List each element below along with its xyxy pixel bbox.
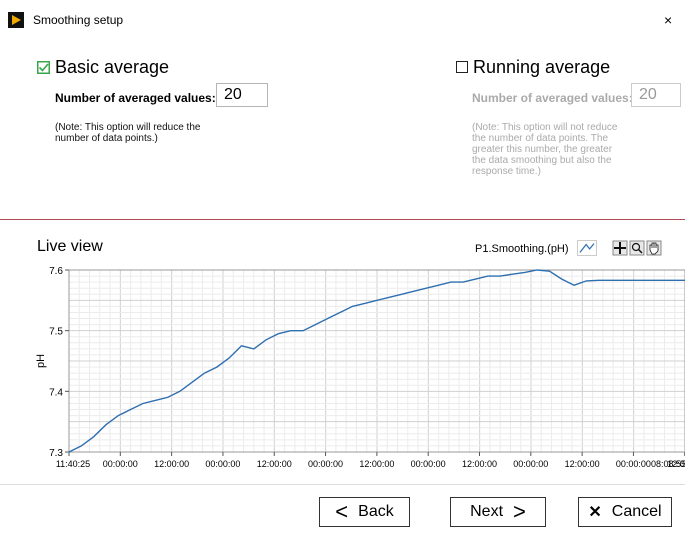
basic-average-label[interactable]: Basic average [55,57,169,78]
x-tick-label: 08:08:55 [651,459,685,469]
next-button-label: Next [470,503,504,520]
back-button-label: Back [358,503,394,520]
chevron-left-icon: < [335,499,349,524]
running-averaged-values-label: Number of averaged values: [472,91,633,105]
cursor-crosshair-icon[interactable] [612,240,628,256]
zoom-icon[interactable] [629,240,645,256]
basic-averaged-values-input[interactable]: 20 [216,83,268,107]
y-axis-label: pH [35,354,47,368]
cancel-button-label: Cancel [611,503,662,520]
graph-palette [612,240,662,256]
section-divider [0,219,685,220]
close-icon: ✕ [588,504,602,521]
x-tick-label: 12:00:00 [257,459,292,469]
basic-average-note: (Note: This option will reduce the numbe… [55,122,201,144]
running-averaged-values-input: 20 [631,83,681,107]
next-button[interactable]: Next > [450,497,546,527]
pan-hand-icon[interactable] [646,240,662,256]
x-tick-label: 11:40:25 [56,459,90,469]
running-average-checkbox[interactable] [456,61,468,73]
plot-legend-swatch[interactable] [577,240,597,256]
x-tick-label: 00:00:00 [616,459,651,469]
smoothing-setup-dialog: Smoothing setup × Basic average Number o… [0,0,685,536]
plot-legend-name: P1.Smoothing.(pH) [475,243,569,255]
x-tick-label: 12:00:00 [359,459,394,469]
y-tick-label: 7.4 [49,387,63,398]
x-tick-label: 00:00:00 [308,459,343,469]
title-bar: Smoothing setup × [0,0,685,40]
y-tick-label: 7.5 [49,327,63,338]
x-tick-label: 12:00:00 [154,459,189,469]
close-button[interactable]: × [664,6,685,34]
x-tick-label: 00:00:00 [205,459,240,469]
y-tick-label: 7.3 [49,448,63,459]
live-view-title: Live view [37,238,103,255]
back-button[interactable]: < Back [319,497,410,527]
chevron-right-icon: > [513,499,526,524]
cancel-button[interactable]: ✕ Cancel [578,497,672,527]
live-view-chart: 7.6 7.5 7.4 7.3 11:40:25 00:00:00 12:00:00 00:… [35,266,685,469]
x-tick-label: 12:00:00 [565,459,600,469]
window-title: Smoothing setup [33,13,124,27]
x-tick-label: 12:00:00 [462,459,497,469]
running-average-note: (Note: This option will not reduce the n… [472,122,618,177]
running-average-label[interactable]: Running average [473,57,610,78]
app-icon [8,12,24,28]
x-tick-label: 00:00:00 [411,459,446,469]
footer-divider [0,484,685,485]
x-tick-label: 00:00:00 [513,459,548,469]
basic-averaged-values-label: Number of averaged values: [55,91,216,105]
x-tick-label: 00:00:00 [103,459,138,469]
y-tick-label: 7.6 [49,266,63,277]
basic-average-checkbox[interactable] [37,61,50,74]
